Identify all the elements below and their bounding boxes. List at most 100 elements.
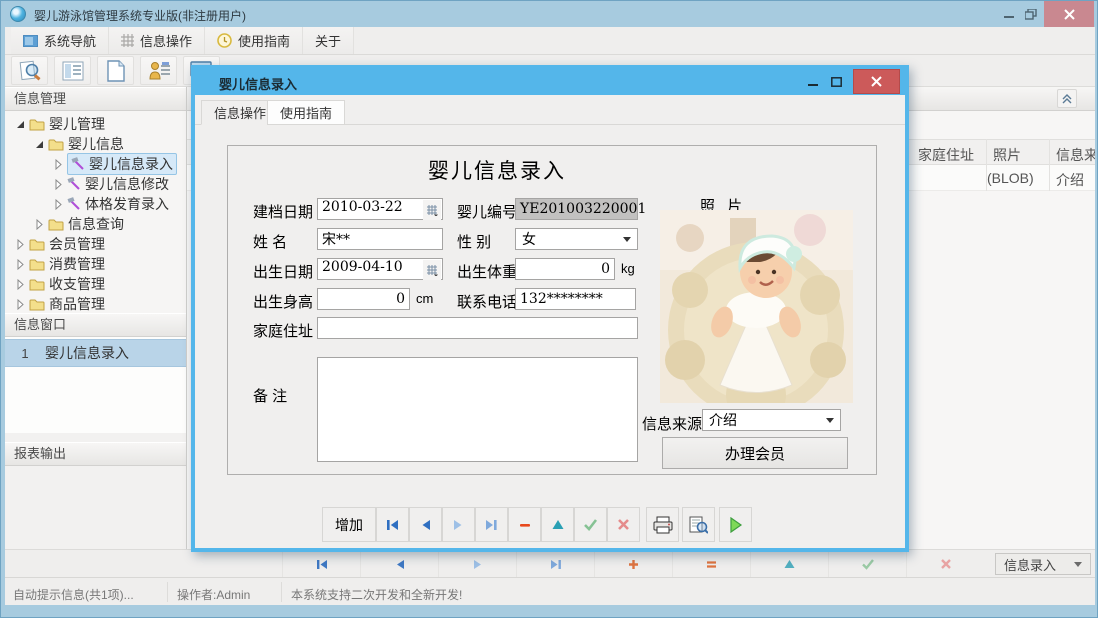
section-report-output[interactable]: 报表输出 bbox=[5, 442, 187, 466]
menu-user-guide[interactable]: 使用指南 bbox=[205, 27, 303, 54]
section-info-window[interactable]: 信息窗口 bbox=[5, 313, 187, 337]
record-date-field[interactable]: 2010-03-22 bbox=[317, 198, 443, 220]
edit-icon bbox=[551, 518, 565, 531]
source-dropdown[interactable]: 介绍 bbox=[702, 409, 841, 431]
nav-prev-button[interactable] bbox=[360, 551, 438, 577]
dialog-maximize-button[interactable] bbox=[826, 72, 846, 92]
post-record-button[interactable] bbox=[828, 551, 906, 577]
report-list-button[interactable] bbox=[54, 56, 91, 85]
new-document-icon bbox=[107, 60, 125, 82]
insert-record-button[interactable] bbox=[594, 551, 672, 577]
calendar-icon[interactable] bbox=[423, 260, 441, 280]
delete-record-button[interactable] bbox=[508, 507, 541, 542]
nav-prev-button[interactable] bbox=[409, 507, 442, 542]
remark-textarea[interactable] bbox=[317, 357, 638, 462]
cancel-record-button[interactable] bbox=[607, 507, 640, 542]
birth-date-field[interactable]: 2009-04-10 bbox=[317, 258, 443, 280]
nav-next-button[interactable] bbox=[442, 507, 475, 542]
tree-label: 体格发育录入 bbox=[85, 194, 169, 214]
gender-label: 性 别 bbox=[457, 231, 491, 252]
section-info-manage[interactable]: 信息管理 bbox=[5, 87, 187, 111]
tree-item-goods-manage[interactable]: 商品管理 bbox=[15, 294, 105, 313]
birth-height-label: 出生身高 bbox=[253, 291, 313, 312]
chevron-down-icon bbox=[623, 237, 631, 242]
edit-record-button[interactable] bbox=[541, 507, 574, 542]
baby-photo[interactable] bbox=[660, 210, 853, 403]
source-label: 信息来源 bbox=[642, 413, 702, 434]
birth-height-input[interactable] bbox=[317, 288, 410, 310]
name-label: 姓 名 bbox=[253, 231, 287, 252]
tree-item-consume-manage[interactable]: 消费管理 bbox=[15, 254, 105, 274]
minimize-button[interactable] bbox=[1000, 5, 1018, 23]
tree-collapsed-icon bbox=[34, 219, 44, 230]
member-chart-button[interactable] bbox=[140, 56, 177, 85]
gender-dropdown[interactable]: 女 bbox=[515, 228, 638, 250]
menu-info-operation[interactable]: 信息操作 bbox=[109, 27, 205, 54]
nav-first-button[interactable] bbox=[282, 551, 360, 577]
nav-last-button[interactable] bbox=[475, 507, 508, 542]
delete-icon bbox=[518, 518, 532, 532]
tree-item-baby-info-modify[interactable]: 婴儿信息修改 bbox=[53, 174, 169, 194]
phone-input[interactable] bbox=[515, 288, 636, 310]
grid-icon bbox=[121, 34, 134, 47]
run-button[interactable] bbox=[719, 507, 752, 542]
baby-id-field: YE201003220001 bbox=[515, 198, 638, 220]
add-button[interactable]: 增加 bbox=[322, 507, 376, 542]
column-divider bbox=[986, 139, 987, 191]
app-logo-icon bbox=[10, 6, 26, 22]
column-header-source[interactable]: 信息来源 bbox=[1056, 145, 1095, 165]
print-button[interactable] bbox=[646, 507, 679, 542]
open-window-item[interactable]: 1 婴儿信息录入 bbox=[5, 339, 187, 367]
nav-next-icon bbox=[451, 518, 466, 532]
maximize-icon bbox=[831, 77, 842, 87]
status-auto-tip: 自动提示信息(共1项)... bbox=[13, 586, 134, 603]
chevron-down-icon bbox=[826, 418, 834, 423]
dialog-minimize-button[interactable] bbox=[803, 72, 823, 92]
close-button[interactable] bbox=[1044, 1, 1094, 27]
post-record-button[interactable] bbox=[574, 507, 607, 542]
mode-select-value: 信息录入 bbox=[1004, 555, 1056, 574]
search-document-button[interactable] bbox=[11, 56, 48, 85]
form-tool-icon bbox=[71, 157, 85, 171]
nav-prev-icon bbox=[393, 558, 407, 571]
tree-item-baby-info[interactable]: 婴儿信息 bbox=[34, 134, 124, 154]
delete-record-button[interactable] bbox=[672, 551, 750, 577]
nav-first-button[interactable] bbox=[376, 507, 409, 542]
column-header-photo[interactable]: 照片 bbox=[993, 145, 1021, 165]
new-document-button[interactable] bbox=[97, 56, 134, 85]
status-divider bbox=[167, 582, 168, 602]
tree-collapsed-icon bbox=[53, 199, 63, 210]
tree-label: 婴儿信息修改 bbox=[85, 174, 169, 194]
birth-weight-input[interactable] bbox=[515, 258, 615, 280]
tree-item-finance-manage[interactable]: 收支管理 bbox=[15, 274, 105, 294]
edit-record-button[interactable] bbox=[750, 551, 828, 577]
sidebar: 信息管理 婴儿管理 婴儿信息 婴儿信息录入 bbox=[5, 87, 187, 549]
tree-item-info-query[interactable]: 信息查询 bbox=[34, 214, 124, 234]
status-divider bbox=[281, 582, 282, 602]
name-input[interactable] bbox=[317, 228, 443, 250]
restore-button[interactable] bbox=[1022, 5, 1040, 23]
register-member-button[interactable]: 办理会员 bbox=[662, 437, 848, 469]
tree-item-baby-manage[interactable]: 婴儿管理 bbox=[15, 114, 105, 134]
column-header-address[interactable]: 家庭住址 bbox=[918, 145, 974, 165]
mode-select-dropdown[interactable]: 信息录入 bbox=[995, 553, 1091, 575]
dialog-close-button[interactable] bbox=[853, 69, 900, 94]
preview-button[interactable] bbox=[682, 507, 715, 542]
tab-user-guide[interactable]: 使用指南 bbox=[267, 100, 345, 125]
chevron-up-icon bbox=[1062, 94, 1072, 104]
cancel-icon bbox=[940, 558, 952, 570]
nav-first-icon bbox=[385, 518, 400, 532]
nav-last-button[interactable] bbox=[516, 551, 594, 577]
record-date-value: 2010-03-22 bbox=[322, 199, 403, 215]
nav-next-button[interactable] bbox=[438, 551, 516, 577]
collapse-panel-button[interactable] bbox=[1057, 89, 1077, 108]
menu-about[interactable]: 关于 bbox=[303, 27, 354, 54]
cancel-record-button[interactable] bbox=[906, 551, 984, 577]
tree-item-growth-entry[interactable]: 体格发育录入 bbox=[53, 194, 169, 214]
calendar-icon[interactable] bbox=[423, 200, 441, 220]
address-input[interactable] bbox=[317, 317, 638, 339]
tree-item-baby-info-entry[interactable]: 婴儿信息录入 bbox=[53, 154, 177, 174]
tree-item-member-manage[interactable]: 会员管理 bbox=[15, 234, 105, 254]
menu-label: 关于 bbox=[315, 31, 341, 50]
menu-system-navigation[interactable]: 系统导航 bbox=[11, 27, 109, 54]
